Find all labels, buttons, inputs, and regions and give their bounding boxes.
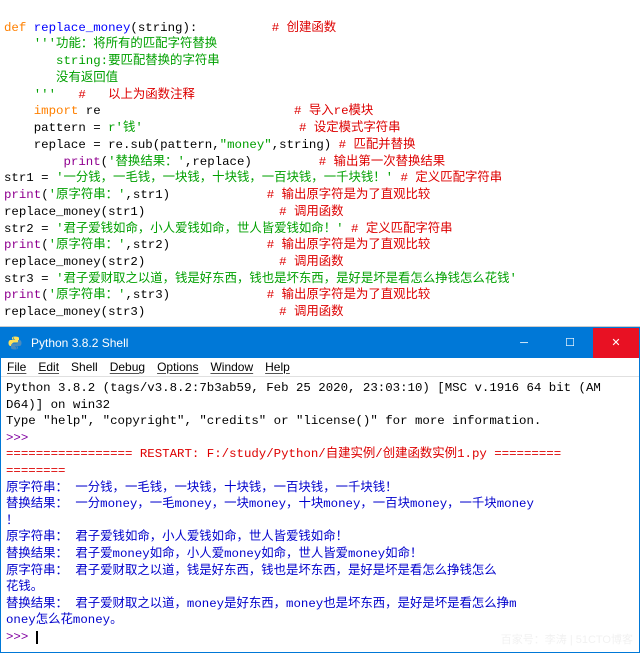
assign: pattern = xyxy=(4,121,108,135)
comment: # 匹配并替换 xyxy=(331,138,415,152)
assign: replace = re.sub(pattern, xyxy=(4,138,220,152)
menu-shell[interactable]: Shell xyxy=(71,360,98,374)
comment: # 输出原字符是为了直观比较 xyxy=(170,288,430,302)
python-icon xyxy=(1,335,29,351)
call: replace_money(str3) xyxy=(4,305,145,319)
comment: # 定义匹配字符串 xyxy=(344,222,453,236)
comment: # 创建函数 xyxy=(197,21,336,35)
keyword-import: import xyxy=(4,104,78,118)
string: '君子爱钱如命，小人爱钱如命，世人皆爱钱如命！' xyxy=(56,222,343,236)
shell-output[interactable]: Python 3.8.2 (tags/v3.8.2:7b3ab59, Feb 2… xyxy=(1,377,639,652)
output-line: 原字符串： 君子爱钱如命，小人爱钱如命，世人皆爱钱如命！ xyxy=(6,529,634,546)
output-line: oney怎么花money。 xyxy=(6,612,634,629)
titlebar[interactable]: Python 3.8.2 Shell ─ ☐ ✕ xyxy=(1,328,639,358)
prompt: >>> xyxy=(6,431,28,445)
function-name: replace_money xyxy=(26,21,130,35)
string: '替换结果：' xyxy=(108,155,185,169)
code-editor: def replace_money(string): # 创建函数 '''功能：… xyxy=(0,0,640,327)
string: '原字符串：' xyxy=(49,188,126,202)
menubar: File Edit Shell Debug Options Window Help xyxy=(1,358,639,377)
comment: # 输出第一次替换结果 xyxy=(252,155,445,169)
builtin-print: print xyxy=(4,188,41,202)
output-line: 替换结果： 君子爱财取之以道，money是好东西，money也是坏东西，是好是坏… xyxy=(6,596,634,613)
indent xyxy=(4,155,34,169)
call: replace_money(str1) xyxy=(4,205,145,219)
output-line: 原字符串： 君子爱财取之以道，钱是好东西，钱也是坏东西，是好是坏是看怎么挣钱怎么 xyxy=(6,563,634,580)
builtin-print: print xyxy=(34,155,101,169)
minimize-button[interactable]: ─ xyxy=(501,328,547,358)
banner-line: D64)] on win32 xyxy=(6,397,634,414)
cursor xyxy=(36,631,38,644)
restart-line: ================= RESTART: F:/study/Pyth… xyxy=(6,446,634,463)
raw-string: r'钱' xyxy=(108,121,143,135)
assign: str3 = xyxy=(4,272,56,286)
code: ,string) xyxy=(272,138,332,152)
output-line: 替换结果： 君子爱money如命，小人爱money如命，世人皆爱money如命！ xyxy=(6,546,634,563)
builtin-print: print xyxy=(4,238,41,252)
output-line: ！ xyxy=(6,513,634,530)
output-line: 替换结果： 一分money，一毛money，一块money，十块money，一百… xyxy=(6,496,634,513)
docstring: string:要匹配替换的字符串 xyxy=(4,54,220,68)
docstring: 没有返回值 xyxy=(4,71,118,85)
restart-line-cont: ======== xyxy=(6,463,634,480)
call: replace_money(str2) xyxy=(4,255,145,269)
string: '原字符串：' xyxy=(49,288,126,302)
menu-help[interactable]: Help xyxy=(265,360,290,374)
comment: # 调用函数 xyxy=(145,205,343,219)
comment: # 调用函数 xyxy=(145,305,343,319)
menu-edit[interactable]: Edit xyxy=(38,360,59,374)
menu-file[interactable]: File xyxy=(7,360,26,374)
assign: str2 = xyxy=(4,222,56,236)
module-re: re xyxy=(78,104,100,118)
builtin-print: print xyxy=(4,288,41,302)
comment: # 调用函数 xyxy=(145,255,343,269)
comment: # 定义匹配字符串 xyxy=(393,171,502,185)
docstring-end: ''' xyxy=(4,88,56,102)
menu-window[interactable]: Window xyxy=(210,360,253,374)
string: '君子爱财取之以道，钱是好东西，钱也是坏东西，是好是坏是看怎么挣钱怎么花钱' xyxy=(56,272,517,286)
output-line: 原字符串： 一分钱，一毛钱，一块钱，十块钱，一百块钱，一千块钱！ xyxy=(6,480,634,497)
idle-shell-window: Python 3.8.2 Shell ─ ☐ ✕ File Edit Shell De… xyxy=(0,327,640,653)
prompt: >>> xyxy=(6,630,36,644)
banner-line: Python 3.8.2 (tags/v3.8.2:7b3ab59, Feb 2… xyxy=(6,380,634,397)
docstring: '''功能：将所有的匹配字符替换 xyxy=(4,37,217,51)
string: "money" xyxy=(220,138,272,152)
comment: # 导入re模块 xyxy=(101,104,374,118)
window-title: Python 3.8.2 Shell xyxy=(29,336,501,350)
comment: # 设定模式字符串 xyxy=(143,121,401,135)
menu-debug[interactable]: Debug xyxy=(110,360,145,374)
comment: # 输出原字符是为了直观比较 xyxy=(170,238,430,252)
close-button[interactable]: ✕ xyxy=(593,328,639,358)
comment: # 输出原字符是为了直观比较 xyxy=(170,188,430,202)
maximize-button[interactable]: ☐ xyxy=(547,328,593,358)
assign: str1 = xyxy=(4,171,56,185)
params: (string): xyxy=(130,21,197,35)
comment: # 以上为函数注释 xyxy=(56,88,195,102)
banner-line: Type "help", "copyright", "credits" or "… xyxy=(6,413,634,430)
keyword-def: def xyxy=(4,21,26,35)
output-line: 花钱。 xyxy=(6,579,634,596)
string: '原字符串：' xyxy=(49,238,126,252)
menu-options[interactable]: Options xyxy=(157,360,198,374)
string: '一分钱，一毛钱，一块钱，十块钱，一百块钱，一千块钱！' xyxy=(56,171,393,185)
